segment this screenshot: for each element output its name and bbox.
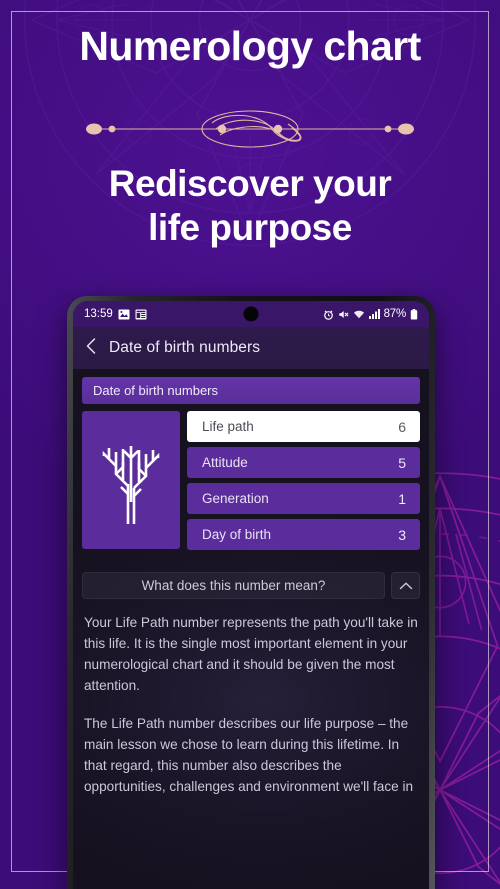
number-row-value: 5: [398, 454, 406, 471]
battery-icon: [410, 308, 418, 320]
battery-percent-label: 87%: [383, 308, 407, 320]
signal-icon: [368, 309, 380, 319]
ornamental-divider-icon: [86, 110, 414, 148]
number-row-life-path[interactable]: Life path 6: [187, 411, 420, 442]
back-chevron-icon[interactable]: [83, 336, 99, 361]
status-time: 13:59: [84, 308, 113, 320]
phone-mockup: 13:59 87% Date of birth numbers Date of …: [67, 296, 435, 889]
app-content: Date of birth numbers Life path 6 Attitu…: [73, 369, 429, 889]
number-row-value: 3: [398, 526, 406, 543]
phone-screen: 13:59 87% Date of birth numbers Date of …: [73, 301, 429, 889]
camera-punch-hole: [243, 306, 259, 322]
number-row-attitude[interactable]: Attitude 5: [187, 447, 420, 478]
number-row-day-of-birth[interactable]: Day of birth 3: [187, 519, 420, 550]
page-subtitle-line-2: life purpose: [148, 206, 352, 248]
promo-screenshot: Numerology chart Rediscover your life pu…: [0, 0, 500, 889]
status-bar: 13:59 87%: [73, 301, 429, 327]
section-header: Date of birth numbers: [82, 377, 420, 404]
chevron-up-icon: [399, 582, 412, 589]
numbers-area: Life path 6 Attitude 5 Generation 1 Day …: [82, 411, 420, 550]
number-row-label: Attitude: [202, 455, 248, 470]
wifi-icon: [353, 309, 365, 320]
collapse-button[interactable]: [391, 572, 420, 599]
news-card-icon: [135, 309, 147, 320]
alarm-icon: [323, 309, 334, 320]
numbers-list: Life path 6 Attitude 5 Generation 1 Day …: [187, 411, 420, 550]
what-does-this-number-mean-button[interactable]: What does this number mean?: [82, 572, 385, 599]
meaning-paragraph-1: Your Life Path number represents the pat…: [84, 615, 418, 694]
app-bar: Date of birth numbers: [73, 327, 429, 369]
page-subtitle-line-1: Rediscover your: [108, 163, 392, 204]
tree-of-life-icon: [102, 446, 160, 524]
meaning-button-label: What does this number mean?: [141, 578, 326, 593]
app-bar-title: Date of birth numbers: [109, 339, 261, 356]
section-header-label: Date of birth numbers: [93, 383, 219, 398]
meaning-paragraph-2: The Life Path number describes our life …: [84, 716, 414, 795]
mute-icon: [338, 309, 349, 320]
number-row-label: Life path: [202, 419, 254, 434]
number-row-generation[interactable]: Generation 1: [187, 483, 420, 514]
meaning-bar: What does this number mean?: [82, 572, 420, 599]
tree-of-life-card: [82, 411, 180, 549]
number-row-value: 6: [398, 418, 406, 435]
page-title: Numerology chart: [79, 23, 421, 69]
number-row-label: Day of birth: [202, 527, 272, 542]
number-row-value: 1: [398, 490, 406, 507]
number-row-label: Generation: [202, 491, 269, 506]
page-subtitle: Rediscover your life purpose: [30, 162, 470, 249]
photo-icon: [118, 309, 130, 320]
